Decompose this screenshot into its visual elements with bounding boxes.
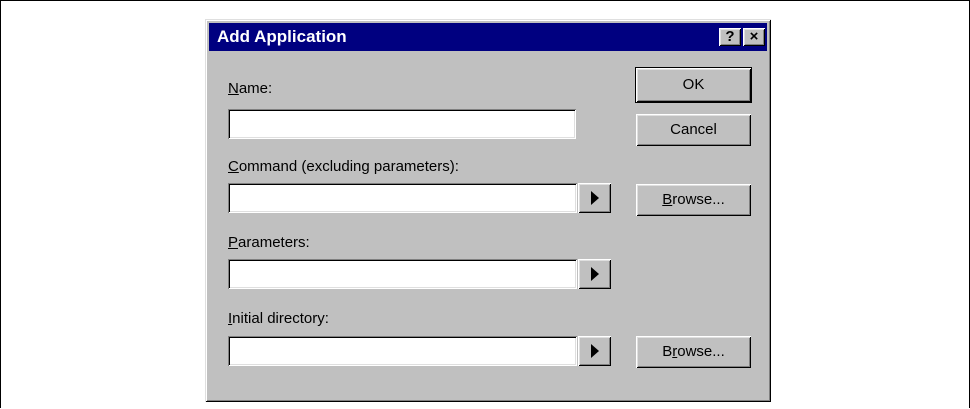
parameters-label: Parameters:	[228, 234, 310, 251]
help-button[interactable]: ?	[719, 28, 741, 46]
command-label: Command (excluding parameters):	[228, 158, 459, 175]
close-button[interactable]: ×	[743, 28, 765, 46]
titlebar: Add Application ? ×	[209, 23, 767, 51]
initial-directory-label: Initial directory:	[228, 310, 329, 327]
dialog-title: Add Application	[217, 27, 347, 46]
command-arrow-button[interactable]	[578, 183, 611, 213]
close-icon: ×	[749, 28, 759, 45]
name-input[interactable]	[228, 109, 576, 139]
arrow-right-icon	[591, 191, 599, 205]
browse-command-button[interactable]: Browse...	[636, 184, 751, 216]
cancel-button[interactable]: Cancel	[636, 114, 751, 146]
help-icon: ?	[725, 28, 735, 45]
initial-directory-arrow-button[interactable]	[578, 336, 611, 366]
arrow-right-icon	[591, 267, 599, 281]
arrow-right-icon	[591, 344, 599, 358]
name-label: Name:	[228, 80, 273, 97]
ok-button[interactable]: OK	[636, 68, 751, 102]
initial-directory-input[interactable]	[228, 336, 577, 366]
command-input[interactable]	[228, 183, 577, 213]
parameters-arrow-button[interactable]	[578, 259, 611, 289]
parameters-input[interactable]	[228, 259, 577, 289]
browse-directory-button[interactable]: Browse...	[636, 336, 751, 368]
